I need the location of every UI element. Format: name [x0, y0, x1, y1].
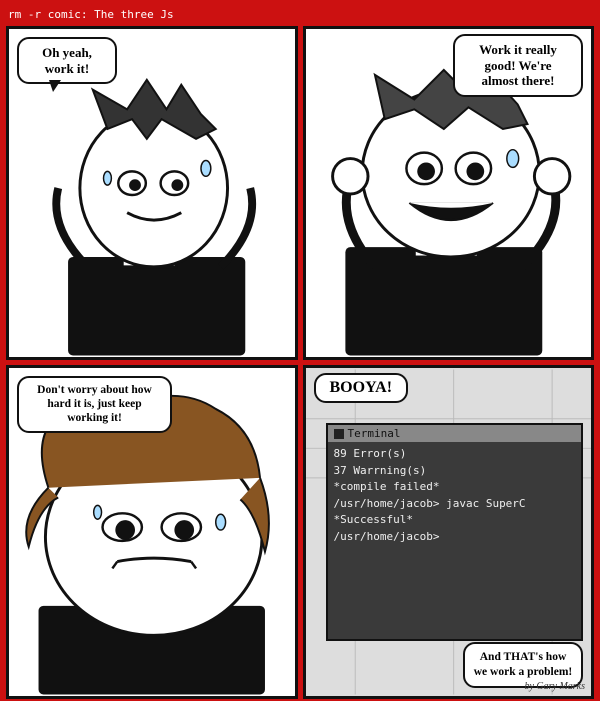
terminal-line-2: 37 Warrning(s): [334, 463, 576, 480]
terminal-line-5: *Successful*: [334, 512, 576, 529]
terminal-line-3: *compile failed*: [334, 479, 576, 496]
title-text: rm -r comic: The three Js: [8, 8, 174, 21]
terminal-line-1: 89 Error(s): [334, 446, 576, 463]
byline: by Gary Marks: [524, 681, 585, 692]
panel-4: BOOYA! Terminal 89 Error(s) 37 Warrning(…: [303, 365, 595, 699]
terminal-titlebar: Terminal: [328, 425, 582, 442]
title-bar: rm -r comic: The three Js: [4, 4, 596, 24]
panel1-speech: Oh yeah, work it!: [17, 37, 117, 84]
terminal-body: 89 Error(s) 37 Warrning(s) *compile fail…: [328, 442, 582, 549]
panel2-speech: Work it really good! We're almost there!: [453, 34, 583, 97]
comic-container: rm -r comic: The three Js Oh yeah, work …: [0, 0, 600, 701]
terminal-line-6: /usr/home/jacob>: [334, 529, 576, 546]
terminal-window: Terminal 89 Error(s) 37 Warrning(s) *com…: [326, 423, 584, 641]
terminal-btn: [334, 429, 344, 439]
terminal-title: Terminal: [348, 427, 401, 440]
terminal-line-4: /usr/home/jacob> javac SuperC: [334, 496, 576, 513]
panel-1: Oh yeah, work it!: [6, 26, 298, 360]
panel-3: Don't worry about how hard it is, just k…: [6, 365, 298, 699]
panel4-booya: BOOYA!: [314, 373, 409, 403]
panel3-speech: Don't worry about how hard it is, just k…: [17, 376, 172, 433]
panel-2: Work it really good! We're almost there!: [303, 26, 595, 360]
